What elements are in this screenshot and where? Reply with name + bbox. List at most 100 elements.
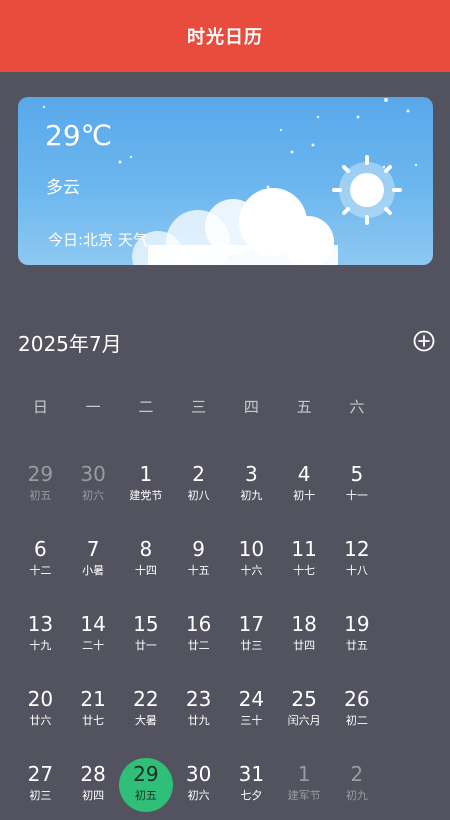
day-number: 24 xyxy=(238,687,265,711)
calendar-day[interactable]: 20 廿六 xyxy=(14,685,67,745)
lunar-date: 十一 xyxy=(345,489,368,502)
lunar-date: 廿六 xyxy=(29,714,52,727)
calendar-day[interactable]: 12 十八 xyxy=(331,535,384,595)
day-number: 1 xyxy=(139,462,153,486)
calendar-day[interactable]: 8 十四 xyxy=(120,535,173,595)
calendar-day[interactable]: 9 十五 xyxy=(172,535,225,595)
calendar-day[interactable]: 19 廿五 xyxy=(331,610,384,670)
day-number: 27 xyxy=(27,762,54,786)
day-number: 7 xyxy=(86,537,100,561)
day-number: 1 xyxy=(297,762,311,786)
calendar-day[interactable]: 31 七夕 xyxy=(225,760,278,820)
calendar-day[interactable]: 30 初六 xyxy=(172,760,225,820)
day-number: 11 xyxy=(291,537,317,561)
lunar-date: 十八 xyxy=(345,564,368,577)
month-header: 2025年7月 xyxy=(18,326,438,356)
calendar-week-row: 13 十九 14 二十 15 廿一 16 廿二 17 廿三 18 廿四 19 廿五 xyxy=(14,610,436,670)
day-number: 9 xyxy=(192,537,205,561)
calendar-day[interactable]: 15 廿一 xyxy=(120,610,173,670)
calendar-week-row: 27 初三 28 初四 29 初五 30 初六 31 七夕 1 建军节 2 初九 xyxy=(14,758,436,820)
calendar-day[interactable]: 28 初四 xyxy=(67,760,120,820)
app-title: 时光日历 xyxy=(187,27,263,48)
calendar-day[interactable]: 1 建党节 xyxy=(120,460,173,520)
lunar-date: 十二 xyxy=(29,564,52,577)
calendar-day-today[interactable]: 29 初五 xyxy=(118,758,173,820)
calendar-day[interactable]: 29 初五 xyxy=(14,460,67,520)
calendar-day[interactable]: 4 初十 xyxy=(278,460,331,520)
calendar-day[interactable]: 6 十二 xyxy=(14,535,67,595)
lunar-date: 闰六月 xyxy=(287,714,321,727)
lunar-date: 七夕 xyxy=(240,789,263,802)
calendar-day[interactable]: 27 初三 xyxy=(14,760,67,820)
calendar-day[interactable]: 2 初八 xyxy=(172,460,225,520)
weekday-label: 六 xyxy=(349,398,365,416)
weekday-label: 三 xyxy=(191,398,207,416)
weather-temperature: 29℃ xyxy=(45,119,113,152)
day-number: 16 xyxy=(185,612,212,636)
day-number: 6 xyxy=(34,537,47,561)
calendar-day[interactable]: 18 廿四 xyxy=(278,610,331,670)
calendar-day[interactable]: 10 十六 xyxy=(225,535,278,595)
calendar-day[interactable]: 17 廿三 xyxy=(225,610,278,670)
cloud-icon xyxy=(132,188,338,265)
lunar-date: 廿三 xyxy=(240,639,263,652)
weekday-label: 五 xyxy=(296,398,312,416)
weekday-label: 一 xyxy=(85,398,101,416)
weekday-label: 日 xyxy=(32,398,48,416)
lunar-date: 初八 xyxy=(187,489,210,502)
calendar-day[interactable]: 1 建军节 xyxy=(278,760,331,820)
lunar-date: 廿二 xyxy=(187,639,210,652)
calendar-day[interactable]: 13 十九 xyxy=(14,610,67,670)
lunar-date: 十七 xyxy=(293,564,316,577)
calendar-day[interactable]: 25 闰六月 xyxy=(278,685,331,745)
calendar-week-row: 6 十二 7 小暑 8 十四 9 十五 10 十六 11 十七 12 十八 xyxy=(14,535,436,595)
calendar-week-row: 29 初五 30 初六 1 建党节 2 初八 3 初九 4 初十 5 十一 xyxy=(14,460,436,520)
lunar-date: 十六 xyxy=(240,564,263,577)
lunar-date: 初九 xyxy=(240,489,263,502)
calendar-day[interactable]: 21 廿七 xyxy=(67,685,120,745)
calendar-day[interactable]: 7 小暑 xyxy=(67,535,120,595)
calendar-day[interactable]: 2 初九 xyxy=(331,760,384,820)
day-number: 31 xyxy=(238,762,265,786)
calendar-day[interactable]: 11 十七 xyxy=(278,535,331,595)
lunar-date: 初二 xyxy=(345,714,368,727)
weekday-label: 四 xyxy=(243,398,259,416)
calendar-day[interactable]: 26 初二 xyxy=(331,685,384,745)
lunar-date: 初六 xyxy=(187,789,210,802)
lunar-date: 建党节 xyxy=(129,489,163,502)
calendar-week-row: 20 廿六 21 廿七 22 大暑 23 廿九 24 三十 25 闰六月 26 初二 xyxy=(14,685,436,745)
lunar-date: 建军节 xyxy=(287,789,321,802)
day-number: 29 xyxy=(27,462,54,486)
plus-circle-icon[interactable] xyxy=(413,330,435,352)
day-number: 5 xyxy=(350,462,364,486)
lunar-date: 初三 xyxy=(29,789,52,802)
calendar-day[interactable]: 3 初九 xyxy=(225,460,278,520)
lunar-date: 十五 xyxy=(187,564,210,577)
day-number: 2 xyxy=(192,462,205,486)
calendar-day[interactable]: 14 二十 xyxy=(67,610,120,670)
month-label[interactable]: 2025年7月 xyxy=(18,328,122,357)
lunar-date: 初九 xyxy=(345,789,368,802)
day-number: 25 xyxy=(291,687,317,711)
day-number: 21 xyxy=(80,687,106,711)
day-number: 12 xyxy=(344,537,370,561)
lunar-date: 大暑 xyxy=(134,714,157,727)
day-number: 3 xyxy=(245,462,258,486)
lunar-date: 廿一 xyxy=(134,639,157,652)
day-number: 22 xyxy=(133,687,159,711)
lunar-date: 十九 xyxy=(29,639,52,652)
weather-location: 今日:北京 天气 xyxy=(48,231,148,249)
lunar-date: 小暑 xyxy=(82,564,105,577)
lunar-date: 初十 xyxy=(293,489,316,502)
calendar-day[interactable]: 24 三十 xyxy=(225,685,278,745)
weekday-header: 日一二三四五六 xyxy=(14,396,436,420)
weather-card[interactable]: 29℃ 多云 今日:北京 天气 xyxy=(18,97,433,265)
lunar-date: 廿四 xyxy=(293,639,316,652)
lunar-date: 初四 xyxy=(82,789,105,802)
calendar-day[interactable]: 16 廿二 xyxy=(172,610,225,670)
calendar-day[interactable]: 5 十一 xyxy=(331,460,384,520)
calendar-day[interactable]: 30 初六 xyxy=(67,460,120,520)
calendar-day[interactable]: 23 廿九 xyxy=(172,685,225,745)
day-number: 4 xyxy=(297,462,311,486)
calendar-day[interactable]: 22 大暑 xyxy=(120,685,173,745)
